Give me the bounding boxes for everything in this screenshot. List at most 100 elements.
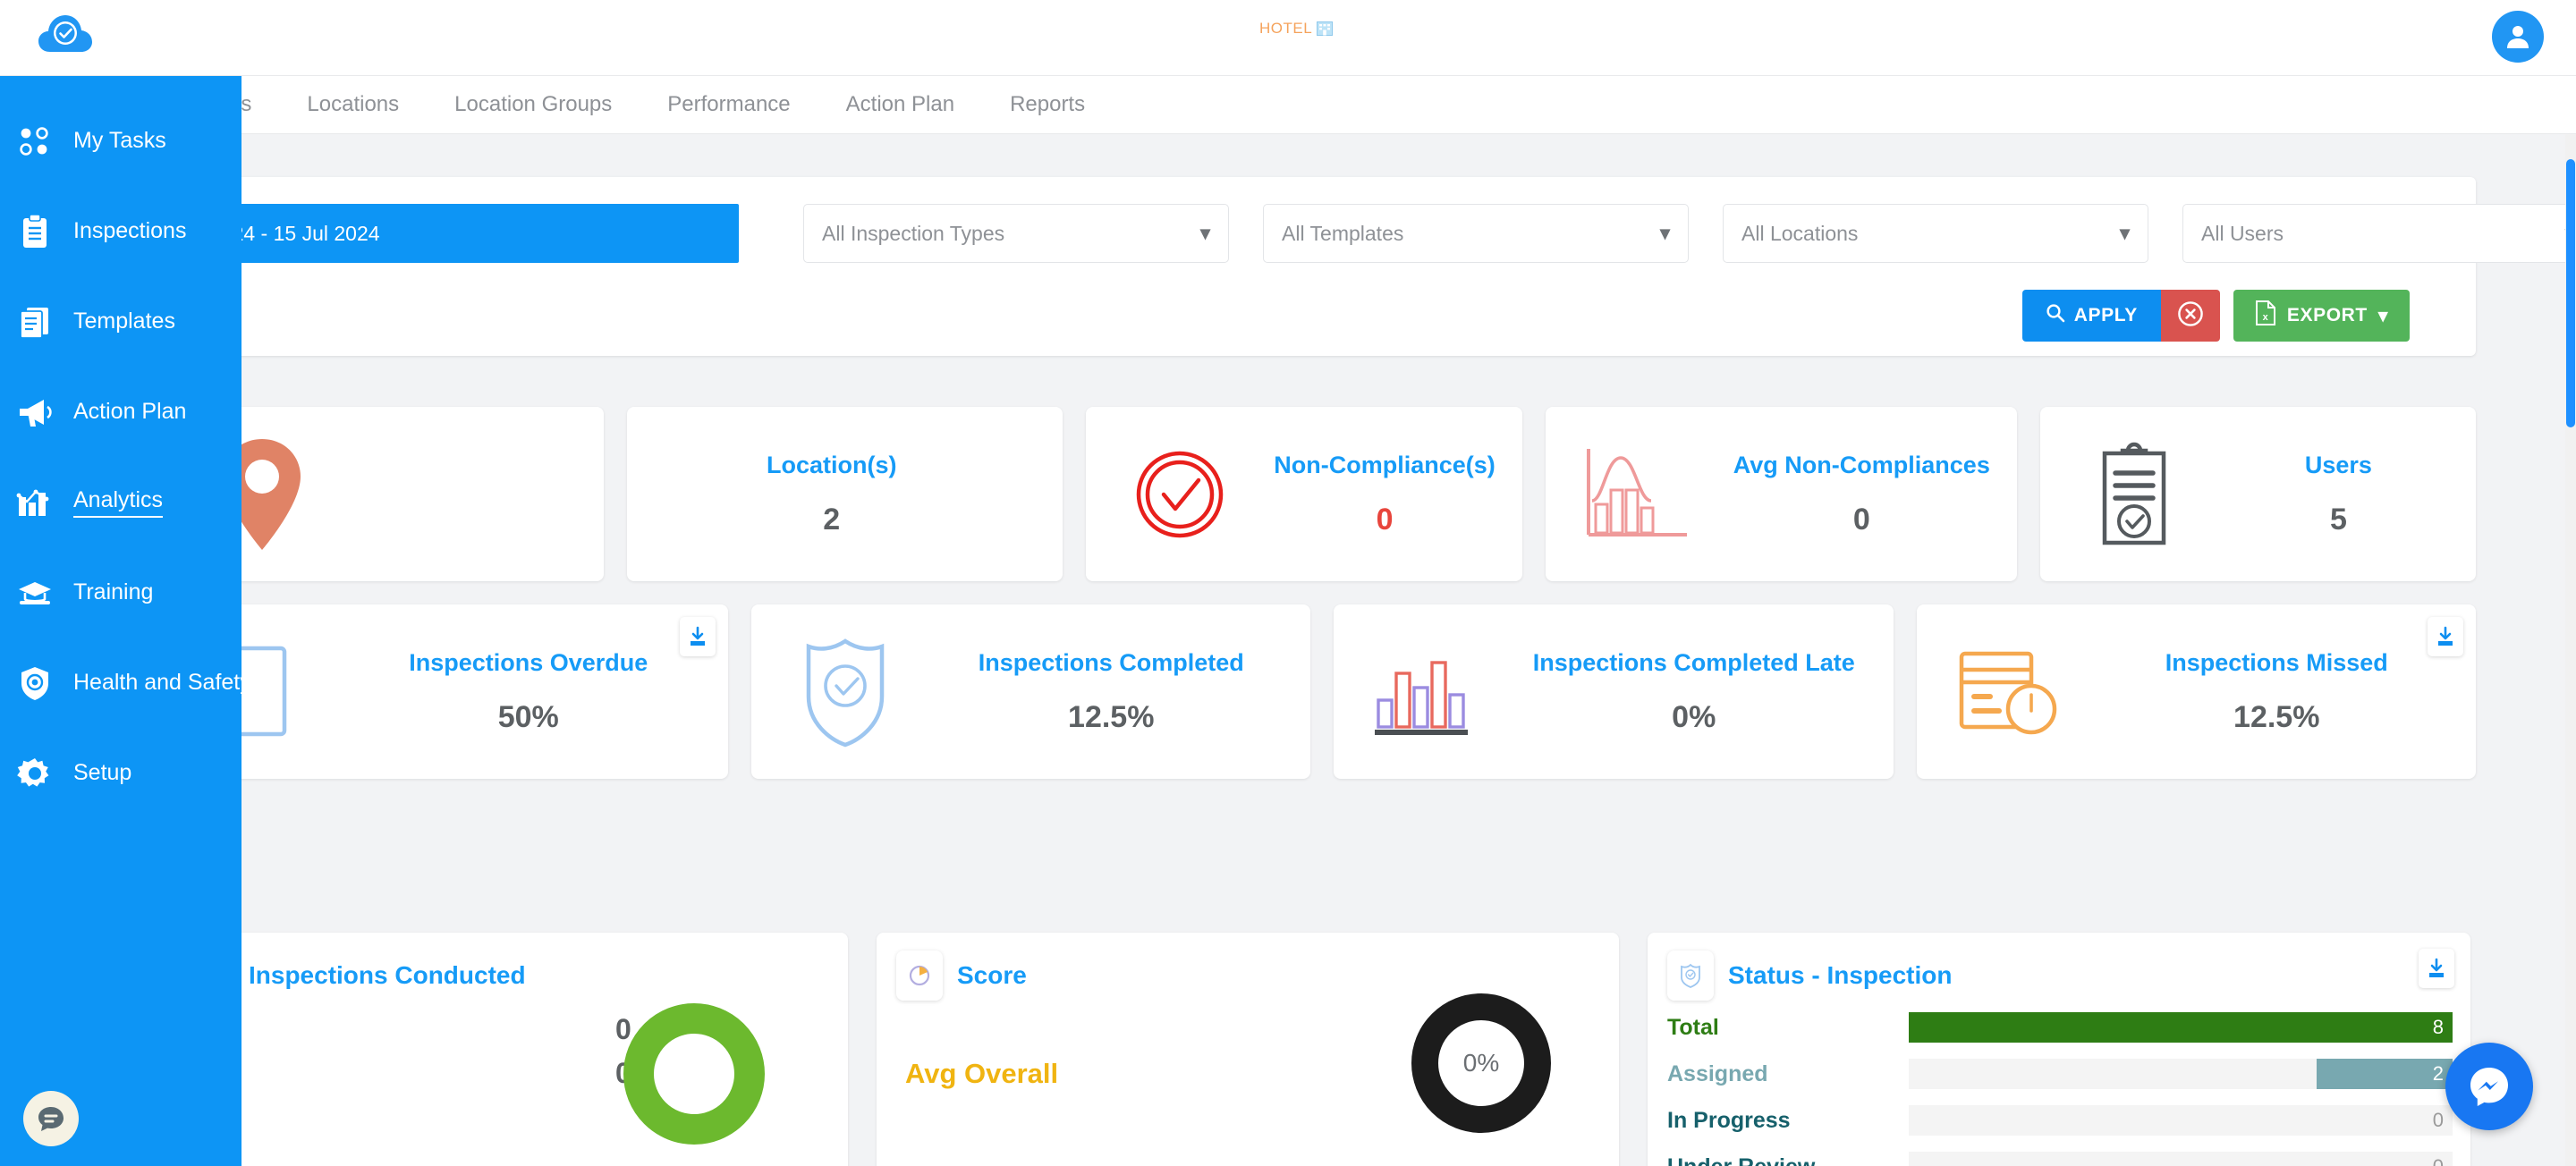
sidebar-label-setup: Setup — [73, 760, 132, 785]
sidebar-item-inspections[interactable]: Inspections — [0, 186, 242, 276]
stat-value-locations: 2 — [823, 502, 841, 537]
scrollbar-thumb[interactable] — [2566, 159, 2575, 427]
select-templates[interactable]: All Templates ▾ — [1263, 204, 1689, 263]
bottom-panels: Inspections Conducted 0 0 Score Avg Over… — [168, 933, 2476, 1166]
chat-bubble-icon[interactable] — [23, 1091, 79, 1146]
stat-title-avg-non-compliances: Avg Non-Compliances — [1733, 451, 1990, 478]
status-row: Under Review 0 — [1667, 1144, 2453, 1166]
select-users[interactable]: All Users ▾ — [2182, 204, 2576, 263]
sidebar-item-training[interactable]: Training — [0, 547, 242, 638]
stat-value-users: 5 — [2329, 502, 2347, 537]
stat-card-inspections-overdue[interactable]: Inspections Overdue 50% — [168, 604, 728, 779]
select-inspection-types-value: All Inspection Types — [822, 221, 1005, 245]
panel-title-status: Status - Inspection — [1728, 961, 1953, 989]
clock-card-icon — [1917, 643, 2105, 741]
check-circle-red-icon — [1086, 450, 1274, 539]
apply-clear-group: APPLY — [2021, 290, 2220, 342]
hotel-logo: HOTEL — [1259, 20, 1334, 38]
stat-card-locations[interactable]: Location(s) 2 — [627, 407, 1063, 581]
score-donut-icon — [896, 951, 943, 1001]
status-label-assigned: Assigned — [1667, 1060, 1768, 1086]
caret-down-icon: ▾ — [2377, 305, 2388, 326]
stat-title-users: Users — [2304, 451, 2372, 478]
user-avatar-icon[interactable] — [2492, 11, 2544, 63]
sidebar-label-inspections: Inspections — [73, 218, 187, 243]
download-icon[interactable] — [679, 617, 716, 656]
sidebar-item-my-tasks[interactable]: My Tasks — [0, 96, 242, 186]
stat-value-non-compliances: 0 — [1376, 502, 1394, 537]
status-value-under-review: 0 — [2433, 1152, 2444, 1166]
stat-card-non-compliances[interactable]: Non-Compliance(s) 0 — [1086, 407, 1522, 581]
select-locations-value: All Locations — [1741, 221, 1859, 245]
sidebar-label-templates: Templates — [73, 308, 175, 334]
shield-check-small-icon — [1667, 951, 1714, 1001]
status-value-total: 8 — [2432, 1016, 2444, 1038]
graduation-cap-icon — [16, 574, 54, 612]
clipboard-check-icon — [2040, 441, 2228, 548]
nav-item-location-groups[interactable]: Location Groups — [454, 92, 612, 117]
export-button-label: EXPORT — [2286, 305, 2368, 325]
stat-cards: Location(s) 2 Non-Compliance(s) 0 Avg No… — [168, 407, 2476, 802]
sidebar-item-analytics[interactable]: Analytics — [0, 457, 242, 547]
panel-title-score: Score — [957, 961, 1027, 989]
messenger-chat-icon[interactable] — [2445, 1043, 2533, 1130]
nav-item-performance[interactable]: Performance — [667, 92, 790, 117]
select-inspection-types[interactable]: All Inspection Types ▾ — [803, 204, 1229, 263]
cloud-check-icon[interactable] — [38, 11, 93, 63]
shield-eye-icon — [16, 664, 54, 702]
main-content: 2024 - 15 Jul 2024 All Inspection Types … — [0, 134, 2576, 1166]
download-icon[interactable] — [2428, 617, 2463, 656]
nav-item-reports[interactable]: Reports — [1010, 92, 1085, 117]
stat-value-inspections-completed-late: 0% — [1672, 699, 1716, 734]
status-row: Assigned 2 — [1667, 1051, 2453, 1097]
status-row: Total 8 — [1667, 1004, 2453, 1051]
chevron-down-icon: ▾ — [1199, 222, 1210, 244]
primary-nav: Inspections Locations Location Groups Pe… — [0, 76, 2576, 134]
filter-panel: 2024 - 15 Jul 2024 All Inspection Types … — [168, 177, 2576, 356]
stat-title-inspections-missed: Inspections Missed — [2165, 648, 2388, 676]
sidebar-label-health-and-safety: Health and Safety — [73, 670, 251, 695]
nav-item-locations[interactable]: Locations — [307, 92, 399, 117]
stat-title-inspections-completed-late: Inspections Completed Late — [1532, 648, 1855, 676]
sidebar-item-action-plan[interactable]: Action Plan — [0, 367, 242, 457]
sidebar-item-setup[interactable]: Setup — [0, 728, 242, 818]
building-icon — [1316, 20, 1334, 38]
sidebar-item-templates[interactable]: Templates — [0, 276, 242, 367]
stat-title-inspections-completed: Inspections Completed — [978, 648, 1244, 676]
score-avg-overall-label: Avg Overall — [905, 1058, 1059, 1089]
stat-card-inspections-completed[interactable]: Inspections Completed 12.5% — [750, 604, 1310, 779]
stat-card-avg-non-compliances[interactable]: Avg Non-Compliances 0 — [1545, 407, 2017, 581]
clear-circle-x-icon — [2177, 300, 2204, 332]
documents-icon — [16, 303, 54, 341]
gear-icon — [16, 755, 54, 792]
status-row: In Progress 0 — [1667, 1097, 2453, 1144]
nav-item-action-plan[interactable]: Action Plan — [846, 92, 954, 117]
date-range-input[interactable]: 2024 - 15 Jul 2024 — [188, 204, 739, 263]
sidebar-item-health-and-safety[interactable]: Health and Safety — [0, 638, 251, 728]
stat-card-inspections-completed-late[interactable]: Inspections Completed Late 0% — [1334, 604, 1894, 779]
stat-card-users[interactable]: Users 5 — [2039, 407, 2476, 581]
download-icon[interactable] — [2419, 949, 2454, 988]
histogram-pink-icon — [1546, 445, 1733, 544]
status-value-assigned: 2 — [2432, 1062, 2444, 1085]
search-icon — [2046, 303, 2065, 328]
score-donut-chart: 0% — [1402, 984, 1560, 1142]
apply-button[interactable]: APPLY — [2021, 290, 2161, 342]
sidebar-label-training: Training — [73, 579, 154, 604]
status-label-in-progress: In Progress — [1667, 1107, 1791, 1133]
stat-card-inspections-missed[interactable]: Inspections Missed 12.5% — [1916, 604, 2476, 779]
score-donut-value: 0% — [1462, 1049, 1500, 1077]
export-button[interactable]: x EXPORT ▾ — [2233, 290, 2410, 342]
clear-filters-button[interactable] — [2160, 290, 2220, 342]
status-inspection-list: Total 8 Assigned 2 In Progress 0 — [1648, 1004, 2470, 1166]
page-scrollbar[interactable] — [2565, 134, 2576, 1166]
sidebar-label-analytics: Analytics — [73, 487, 164, 518]
chevron-down-icon: ▾ — [2119, 222, 2130, 244]
select-locations[interactable]: All Locations ▾ — [1723, 204, 2148, 263]
sidebar-label-my-tasks: My Tasks — [73, 128, 166, 153]
chevron-down-icon: ▾ — [1659, 222, 1670, 244]
top-header: HOTEL — [0, 0, 2576, 76]
svg-text:x: x — [2263, 312, 2269, 323]
status-bar: 0 — [1909, 1105, 2453, 1136]
conducted-donut-chart — [614, 993, 775, 1159]
